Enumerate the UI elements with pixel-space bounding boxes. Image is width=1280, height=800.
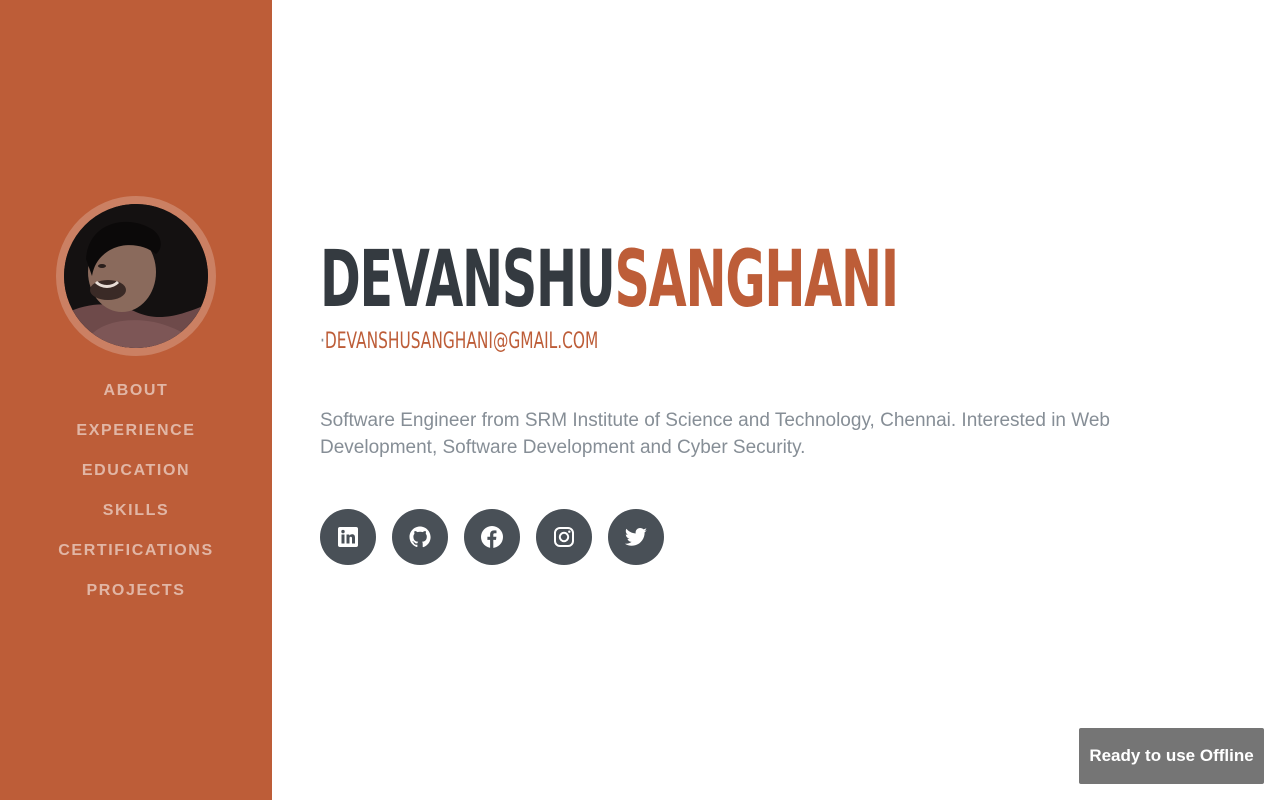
facebook-icon [481, 526, 503, 548]
email-link[interactable]: devanshusanghani@gmail.com [325, 329, 598, 354]
github-button[interactable] [392, 509, 448, 565]
linkedin-icon [338, 527, 358, 547]
facebook-button[interactable] [464, 509, 520, 565]
instagram-button[interactable] [536, 509, 592, 565]
offline-toast: Ready to use Offline [1079, 728, 1264, 784]
linkedin-button[interactable] [320, 509, 376, 565]
sidebar: About Experience Education Skills Certif… [0, 0, 272, 800]
github-icon [409, 526, 431, 548]
about-section: DevanshuSanghani ·devanshusanghani@gmail… [320, 0, 1220, 800]
sidebar-nav: About Experience Education Skills Certif… [0, 371, 272, 611]
twitter-icon [624, 528, 647, 546]
contact-line: ·devanshusanghani@gmail.com [320, 328, 598, 356]
bio-text: Software Engineer from SRM Institute of … [320, 410, 1110, 458]
avatar [64, 204, 208, 348]
social-icons [320, 509, 664, 565]
first-name: Devanshu [320, 235, 616, 325]
instagram-icon [554, 527, 574, 547]
nav-item-about[interactable]: About [0, 371, 272, 411]
last-name: Sanghani [614, 235, 900, 325]
avatar-ring [56, 196, 216, 356]
nav-item-experience[interactable]: Experience [0, 411, 272, 451]
page-title: DevanshuSanghani [320, 232, 900, 328]
nav-item-projects[interactable]: Projects [0, 571, 272, 611]
avatar-photo [64, 204, 208, 348]
nav-item-education[interactable]: Education [0, 451, 272, 491]
twitter-button[interactable] [608, 509, 664, 565]
nav-item-skills[interactable]: Skills [0, 491, 272, 531]
nav-item-certifications[interactable]: Certifications [0, 531, 272, 571]
